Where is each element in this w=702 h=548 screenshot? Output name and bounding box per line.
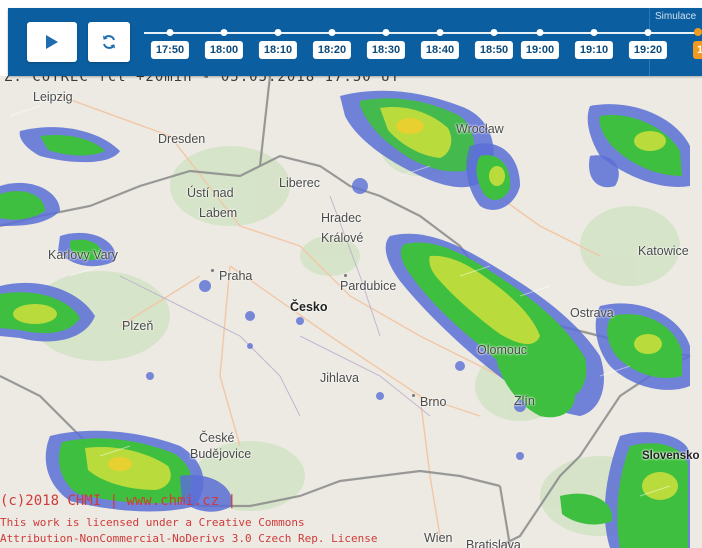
city-label: Ústí nad xyxy=(187,186,234,200)
city-dot xyxy=(412,394,415,397)
city-label: Wrocław xyxy=(456,122,504,136)
radar-page: Z: CoTREC fct +20min - 05.05.2018 17:50 … xyxy=(0,0,702,548)
city-label: Karlovy Vary xyxy=(48,248,118,262)
time-label[interactable]: 17:50 xyxy=(150,41,190,59)
time-label[interactable]: 19:20 xyxy=(628,41,668,59)
city-label: Slovensko xyxy=(642,450,700,462)
timeline-dot[interactable] xyxy=(220,29,228,36)
city-label: Praha xyxy=(219,269,253,283)
city-label: Zlín xyxy=(514,394,535,408)
city-label: Plzeň xyxy=(122,319,154,333)
refresh-button[interactable] xyxy=(88,22,130,62)
city-label: Brno xyxy=(420,395,447,409)
map-header-text: Z: CoTREC fct +20min - 05.05.2018 17:50 … xyxy=(4,76,401,85)
time-label[interactable]: 19:10 xyxy=(574,41,614,59)
city-label: Česko xyxy=(290,300,328,314)
timeline-dot[interactable] xyxy=(382,29,390,36)
timeline-dot[interactable] xyxy=(490,29,498,36)
city-label: Dresden xyxy=(158,132,206,146)
timeline-toolbar: Simulace 17:50 18:00 18:10 18:20 18:30 1… xyxy=(8,8,702,76)
city-label: Labem xyxy=(199,206,238,220)
time-label[interactable]: 18:20 xyxy=(312,41,352,59)
city-label: Katowice xyxy=(638,244,689,258)
credit-line-2: This work is licensed under a Creative C… xyxy=(0,516,305,529)
time-label[interactable]: 18:30 xyxy=(366,41,406,59)
city-label: Budějovice xyxy=(190,447,252,461)
radar-map[interactable]: Z: CoTREC fct +20min - 05.05.2018 17:50 … xyxy=(0,76,702,548)
credit-line-3: Attribution-NonCommercial-NoDerivs 3.0 C… xyxy=(0,532,378,545)
time-label-active[interactable]: 19:3 xyxy=(693,41,702,59)
time-label[interactable]: 18:10 xyxy=(258,41,298,59)
timeline-dot-active[interactable] xyxy=(694,28,702,36)
timeline-dot[interactable] xyxy=(536,29,544,36)
timeline-dot[interactable] xyxy=(644,29,652,36)
timeline-dot[interactable] xyxy=(166,29,174,36)
city-label: Ostrava xyxy=(570,306,614,320)
timeline-dot[interactable] xyxy=(274,29,282,36)
city-label: České xyxy=(199,431,235,445)
play-button[interactable] xyxy=(27,22,77,62)
time-label[interactable]: 19:00 xyxy=(520,41,560,59)
city-label: Jihlava xyxy=(320,371,359,385)
timeline-dot[interactable] xyxy=(328,29,336,36)
refresh-icon xyxy=(103,35,115,49)
play-icon xyxy=(46,35,58,49)
city-label: Králové xyxy=(321,231,364,245)
city-label: Liberec xyxy=(279,176,320,190)
timeline-dot[interactable] xyxy=(436,29,444,36)
city-label: Olomouc xyxy=(477,343,528,357)
city-label: Bratislava xyxy=(466,538,521,548)
time-label[interactable]: 18:50 xyxy=(474,41,514,59)
time-label[interactable]: 18:00 xyxy=(204,41,244,59)
city-label: Leipzig xyxy=(33,90,73,104)
credit-line-1: (c)2018 CHMI | www.chmi.cz | xyxy=(0,493,237,509)
city-dot xyxy=(344,274,347,277)
time-label[interactable]: 18:40 xyxy=(420,41,460,59)
city-dot xyxy=(211,269,214,272)
city-label: Hradec xyxy=(321,211,362,225)
timeline-dot[interactable] xyxy=(590,29,598,36)
city-label: Pardubice xyxy=(340,279,397,293)
city-label: Wien xyxy=(424,531,453,545)
simulation-label: Simulace xyxy=(655,11,697,22)
